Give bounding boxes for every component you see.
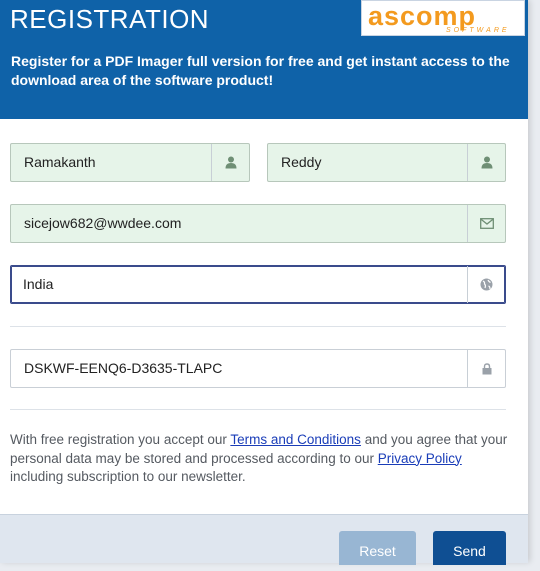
country-value: India (23, 276, 54, 292)
email-field[interactable]: sicejow682@wwdee.com (10, 204, 506, 243)
last-name-value: Reddy (281, 154, 322, 170)
registration-code-field[interactable]: DSKWF-EENQ6-D3635-TLAPC (10, 349, 506, 388)
last-name-field[interactable]: Reddy (267, 143, 506, 182)
country-field[interactable]: India (10, 265, 506, 304)
terms-text: With free registration you accept our Te… (10, 431, 510, 487)
lock-icon (467, 350, 505, 387)
privacy-policy-link[interactable]: Privacy Policy (378, 451, 462, 466)
envelope-icon (467, 205, 505, 242)
globe-icon (467, 266, 505, 303)
divider (10, 326, 506, 327)
registration-panel: REGISTRATION ascomp SOFTWARE Register fo… (0, 0, 528, 565)
terms-pre-text: With free registration you accept our (10, 432, 231, 447)
terms-post-text: including subscription to our newsletter… (10, 469, 246, 484)
logo-subtext: SOFTWARE (446, 27, 510, 34)
header-description: Register for a PDF Imager full version f… (11, 53, 510, 88)
first-name-value: Ramakanth (24, 154, 96, 170)
registration-code-value: DSKWF-EENQ6-D3635-TLAPC (24, 360, 223, 376)
page-title: REGISTRATION (10, 4, 210, 34)
reset-button[interactable]: Reset (339, 531, 416, 565)
first-name-field[interactable]: Ramakanth (10, 143, 250, 182)
ascomp-logo: ascomp SOFTWARE (361, 0, 525, 36)
divider (10, 409, 506, 410)
email-value: sicejow682@wwdee.com (24, 215, 182, 231)
user-icon (467, 144, 505, 181)
send-button[interactable]: Send (433, 531, 506, 565)
terms-link[interactable]: Terms and Conditions (230, 432, 361, 447)
registration-header: REGISTRATION ascomp SOFTWARE Register fo… (0, 0, 528, 119)
user-icon (211, 144, 249, 181)
